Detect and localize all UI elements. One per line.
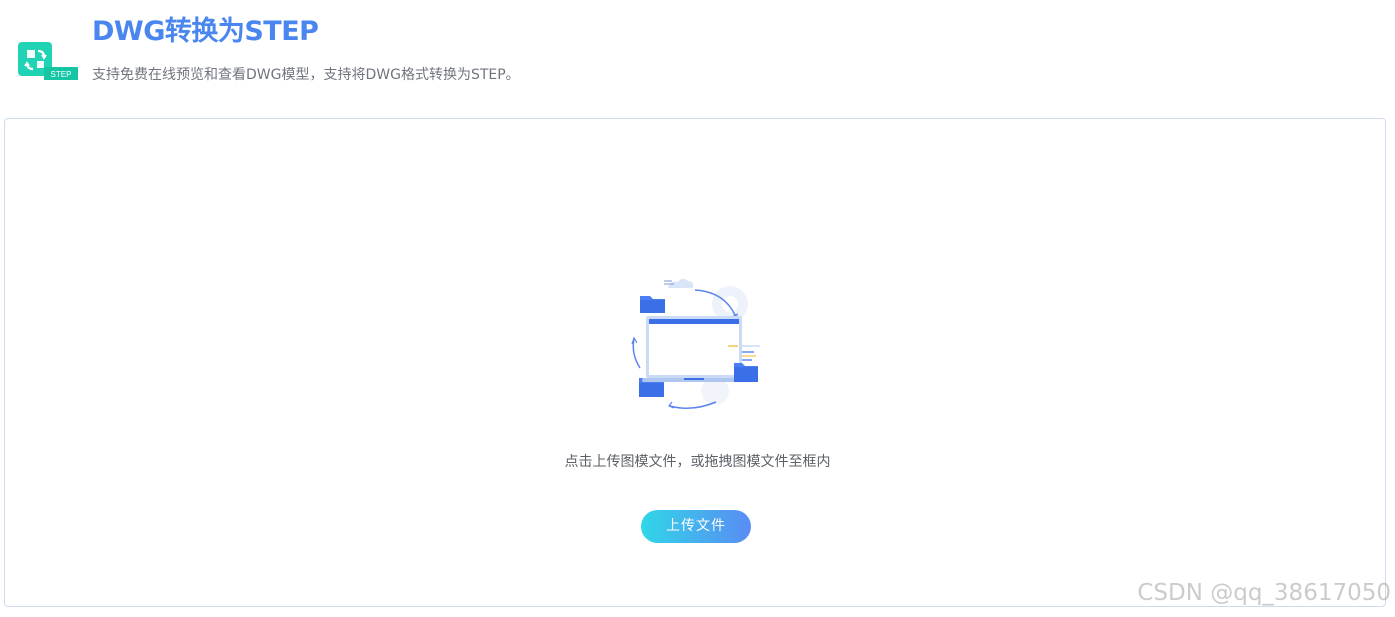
- converter-page: STEP DWG转换为STEP 支持免费在线预览和查看DWG模型，支持将DWG格…: [0, 0, 1395, 617]
- upload-folders-illustration: [620, 266, 770, 416]
- convert-arrows-icon: STEP: [18, 42, 78, 80]
- logo-badge-text: STEP: [51, 70, 72, 79]
- upload-file-button[interactable]: 上传文件: [641, 510, 751, 543]
- watermark: CSDN @qq_38617050: [1137, 580, 1391, 606]
- upload-hint: 点击上传图模文件，或拖拽图模文件至框内: [564, 454, 831, 470]
- page-title: DWG转换为STEP: [92, 16, 319, 47]
- page-subtitle: 支持免费在线预览和查看DWG模型，支持将DWG格式转换为STEP。: [92, 67, 520, 83]
- app-logo: STEP: [18, 42, 78, 84]
